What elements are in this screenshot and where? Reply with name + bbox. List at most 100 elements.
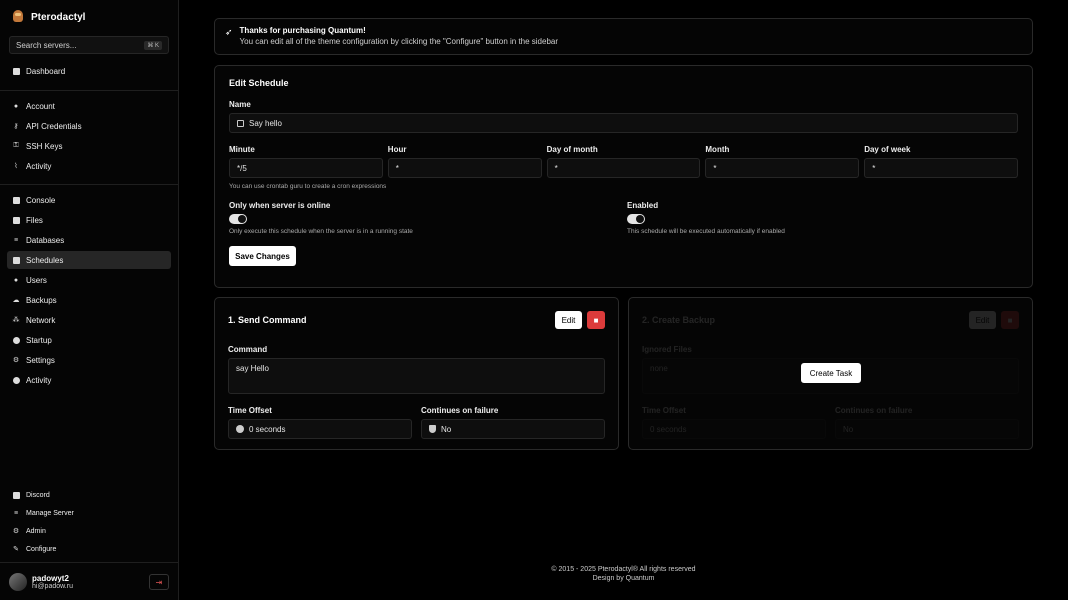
cron-day-of-month-input[interactable]: * [546, 158, 701, 178]
app-title: Pterodactyl [31, 11, 86, 23]
only-online-label: Only when server is online [229, 201, 331, 210]
edit-task-button: Edit [969, 311, 996, 329]
sidebar-item-dashboard[interactable]: Dashboard [7, 62, 171, 80]
cron-help-text: You can use crontab guru to create a cro… [229, 183, 387, 190]
enabled-help: This schedule will be executed automatic… [627, 228, 785, 235]
edit-schedule-card: Edit Schedule Name Say hello Minute */5 … [214, 65, 1033, 288]
create-task-card: 2. Create Backup Edit ■ Ignored Files no… [628, 297, 1033, 450]
key-icon: ⚷ [13, 123, 19, 130]
cron-day-of-week-input[interactable]: * [864, 158, 1018, 178]
logout-button[interactable]: ⇥ [149, 574, 169, 590]
time-offset-label: Time Offset [228, 406, 272, 415]
task-title: 1. Send Command [228, 315, 307, 325]
sidebar-item-configure[interactable]: ✎ Configure [7, 541, 172, 557]
main-content: ➶ Thanks for purchasing Quantum! You can… [179, 0, 1068, 600]
clock-icon [236, 425, 244, 433]
sidebar-item-settings[interactable]: ⚙ Settings [7, 351, 171, 369]
cron-minute-value: */5 [237, 163, 247, 173]
sidebar-item-console[interactable]: Console [7, 191, 171, 209]
delete-task-button[interactable]: ■ [587, 311, 605, 329]
design-credit[interactable]: Design by Quantum [179, 574, 1068, 583]
sidebar-item-label: API Credentials [26, 121, 82, 131]
sidebar-item-files[interactable]: Files [7, 211, 171, 229]
user-name: padowyt2 [32, 573, 69, 583]
gauge-icon [12, 376, 20, 384]
sidebar-item-label: Backups [26, 295, 57, 305]
sidebar-item-label: Dashboard [26, 66, 66, 76]
pterodactyl-logo-icon [11, 9, 25, 25]
shield-icon [429, 425, 436, 433]
sidebar-item-label: Settings [26, 355, 55, 365]
pen-icon: ✎ [13, 546, 19, 553]
command-label: Command [228, 345, 268, 354]
sidebar-item-account[interactable]: ● Account [7, 97, 171, 115]
continues-on-failure-field[interactable]: No [421, 419, 605, 439]
activity-icon: ⌇ [14, 163, 18, 170]
sidebar-item-databases[interactable]: ≡ Databases [7, 231, 171, 249]
time-offset-label: Time Offset [642, 406, 686, 415]
ignored-files-value: none [650, 364, 668, 373]
cloud-icon: ☁ [12, 297, 20, 304]
sidebar-item-label: Activity [26, 161, 52, 171]
schedule-name-input[interactable]: Say hello [229, 113, 1018, 133]
avatar[interactable] [9, 572, 27, 591]
cron-hour-value: * [395, 163, 399, 173]
console-icon [12, 196, 20, 204]
sidebar-item-label: Network [26, 315, 56, 325]
database-icon: ≡ [13, 236, 19, 244]
edit-task-button[interactable]: Edit [555, 311, 582, 329]
gear-icon: ⚙ [12, 357, 20, 364]
sidebar-item-schedules[interactable]: Schedules [7, 251, 171, 269]
server-icon: ≡ [13, 509, 19, 517]
sidebar-item-label: SSH Keys [26, 141, 63, 151]
cron-day-of-week-label: Day of week [864, 145, 911, 154]
brand[interactable]: Pterodactyl [0, 0, 178, 34]
sidebar-item-server-activity[interactable]: Activity [7, 371, 171, 389]
sidebar-item-backups[interactable]: ☁ Backups [7, 291, 171, 309]
sidebar-item-discord[interactable]: Discord [7, 487, 172, 503]
only-online-toggle[interactable] [229, 214, 247, 224]
create-task-button[interactable]: Create Task [801, 363, 861, 383]
time-offset-field: 0 seconds [642, 419, 826, 439]
schedule-name-value: Say hello [249, 118, 282, 128]
sidebar-item-label: Databases [26, 235, 65, 245]
play-icon [12, 336, 20, 344]
cron-month-input[interactable]: * [705, 158, 860, 178]
trash-icon: ■ [1007, 315, 1013, 325]
cron-day-of-week-value: * [872, 163, 876, 173]
search-input[interactable]: Search servers... ⌘ K [9, 36, 169, 54]
continues-on-failure-field: No [835, 419, 1019, 439]
cron-hour-input[interactable]: * [387, 158, 542, 178]
sidebar-item-api-credentials[interactable]: ⚷ API Credentials [7, 117, 171, 135]
sidebar-item-network[interactable]: ⁂ Network [7, 311, 171, 329]
cron-minute-input[interactable]: */5 [229, 158, 383, 178]
continues-on-failure-value: No [843, 424, 854, 434]
cron-day-of-month-value: * [554, 163, 558, 173]
user-email: hi@padow.ru [32, 582, 73, 590]
only-online-help: Only execute this schedule when the serv… [229, 228, 413, 235]
command-value: say Hello [236, 364, 269, 373]
command-field[interactable]: say Hello [228, 358, 605, 394]
sidebar-item-users[interactable]: ● Users [7, 271, 171, 289]
sidebar-item-label: Admin [26, 527, 46, 535]
user-panel: padowyt2 hi@padow.ru ⇥ [0, 562, 179, 600]
sidebar-item-label: Schedules [26, 255, 64, 265]
notice-text: You can edit all of the theme configurat… [239, 37, 559, 46]
sidebar-item-label: Discord [26, 491, 50, 499]
sidebar-item-label: Manage Server [26, 509, 74, 517]
ignored-files-label: Ignored Files [642, 345, 692, 354]
sidebar-item-manage-server[interactable]: ≡ Manage Server [7, 505, 172, 521]
sidebar-item-label: Console [26, 195, 56, 205]
save-changes-button[interactable]: Save Changes [229, 246, 296, 266]
search-shortcut: ⌘ K [144, 40, 162, 50]
sidebar-item-activity[interactable]: ⌇ Activity [7, 157, 171, 175]
enabled-toggle[interactable] [627, 214, 645, 224]
time-offset-value: 0 seconds [650, 424, 687, 434]
sidebar-item-admin[interactable]: ⚙ Admin [7, 523, 172, 539]
copyright-text: © 2015 - 2025 Pterodactyl® All rights re… [551, 566, 696, 573]
enabled-label: Enabled [627, 201, 659, 210]
discord-icon [12, 491, 20, 499]
sidebar-item-ssh-keys[interactable]: ⚿ SSH Keys [7, 137, 171, 155]
sidebar-item-startup[interactable]: Startup [7, 331, 171, 349]
time-offset-field[interactable]: 0 seconds [228, 419, 412, 439]
